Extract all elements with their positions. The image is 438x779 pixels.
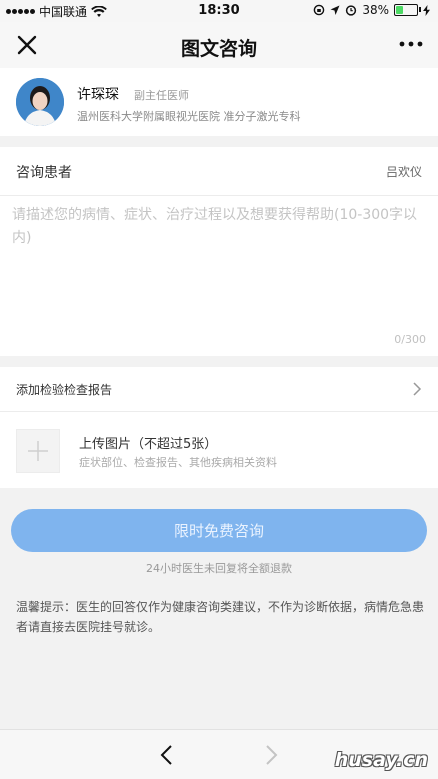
rotation-lock-icon: [314, 4, 325, 16]
description-input[interactable]: [12, 204, 426, 324]
nav-bar: 图文咨询: [0, 22, 438, 68]
chevron-left-icon[interactable]: [158, 744, 176, 766]
upload-section: 上传图片（不超过5张） 症状部位、检查报告、其他疾病相关资料: [0, 412, 438, 488]
battery-percent: 38%: [362, 3, 389, 17]
doctor-name: 许琛琛: [77, 87, 119, 103]
more-icon[interactable]: [398, 36, 424, 52]
description-counter: 0/300: [394, 333, 426, 346]
doctor-title: 副主任医师: [134, 89, 189, 102]
location-icon: [330, 5, 340, 15]
free-consult-button[interactable]: 限时免费咨询: [11, 509, 427, 552]
status-right: 38%: [313, 3, 430, 17]
chevron-right-icon[interactable]: [262, 744, 280, 766]
page-title: 图文咨询: [180, 38, 257, 60]
charging-icon: [423, 4, 430, 16]
upload-image-button[interactable]: [16, 429, 60, 473]
battery-icon: [394, 4, 421, 16]
alarm-icon: [346, 5, 357, 16]
patient-name: 吕欢仪: [385, 165, 422, 179]
upload-title: 上传图片（不超过5张）: [79, 437, 218, 452]
refund-note: 24小时医生未回复将全额退款: [146, 562, 292, 575]
chevron-right-icon: [413, 382, 422, 396]
app-screen: 中国联通 18:30 38% 图文咨询 许琛琛 副主任医师 温州医科大学附属眼视…: [0, 0, 438, 779]
add-report-label: 添加检验检查报告: [16, 383, 113, 397]
upload-hint: 症状部位、检查报告、其他疾病相关资料: [79, 456, 277, 469]
watermark: husay.cn: [334, 749, 428, 771]
add-report-row[interactable]: 添加检验检查报告: [0, 367, 438, 412]
patient-label: 咨询患者: [16, 165, 72, 181]
plus-icon: [28, 441, 48, 461]
status-bar: 中国联通 18:30 38%: [0, 0, 438, 22]
doctor-hospital: 温州医科大学附属眼视光医院 准分子激光专科: [77, 110, 301, 123]
description-section: 0/300: [0, 196, 438, 356]
warm-tip: 温馨提示：医生的回答仅作为健康咨询类建议，不作为诊断依据，病情危急患者请直接去医…: [16, 600, 425, 634]
patient-row[interactable]: 咨询患者 吕欢仪: [0, 147, 438, 196]
doctor-avatar: [16, 78, 64, 126]
doctor-card[interactable]: 许琛琛 副主任医师 温州医科大学附属眼视光医院 准分子激光专科: [0, 68, 438, 136]
